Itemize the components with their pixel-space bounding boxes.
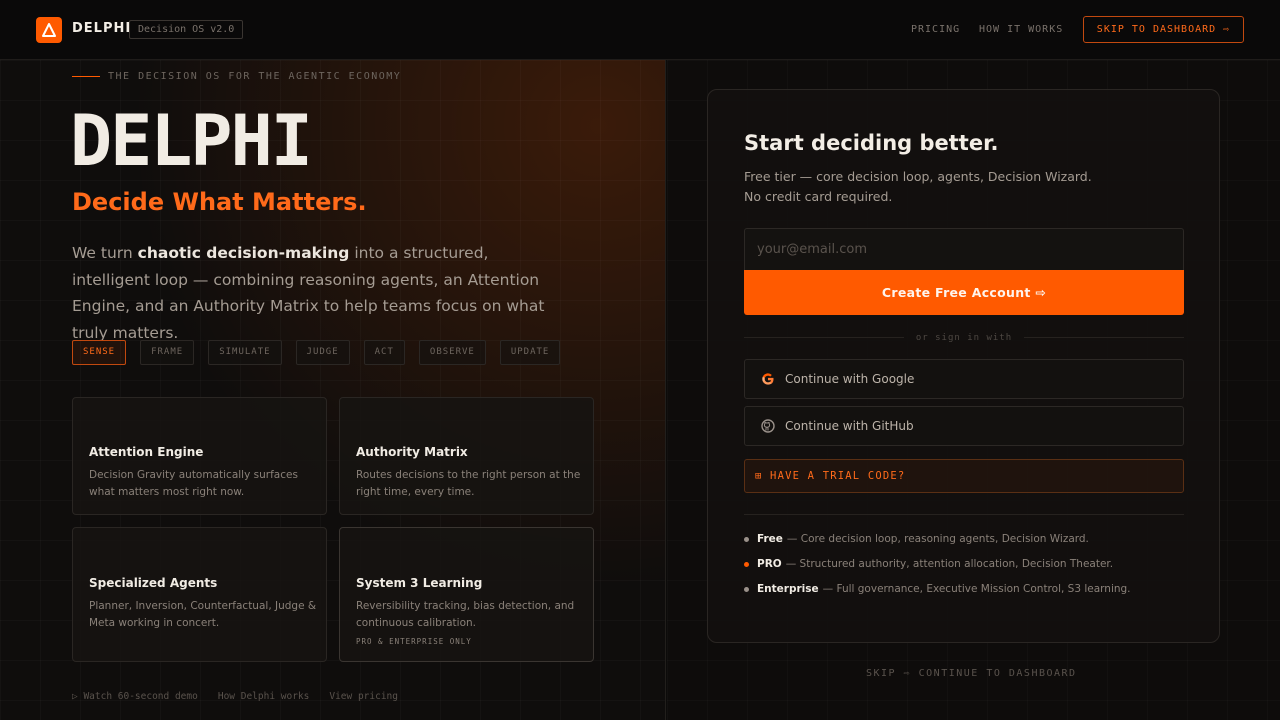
step-sense[interactable]: SENSE	[72, 340, 127, 365]
hero-tagline: Decide What Matters.	[72, 188, 367, 216]
tier-pro: PRO — Structured authority, attention al…	[744, 558, 1113, 570]
tier-description: — Full governance, Executive Mission Con…	[822, 583, 1131, 595]
bullet-dot	[744, 586, 749, 592]
subtitle-line: Free tier — core decision loop, agents, …	[744, 169, 1092, 184]
hero-title: DELPHI	[70, 100, 313, 182]
delphi-logo-icon[interactable]	[36, 17, 62, 43]
github-icon	[761, 419, 775, 433]
nav-how-it-works[interactable]: HOW IT WORKS	[979, 24, 1063, 35]
create-free-account-button[interactable]: Create Free Account ⇨	[744, 270, 1184, 315]
step-observe[interactable]: OBSERVE	[418, 340, 486, 365]
nav-pricing[interactable]: PRICING	[911, 24, 960, 35]
bullet-dot	[744, 561, 749, 567]
step-simulate[interactable]: SIMULATE	[208, 340, 282, 365]
tier-name: PRO	[757, 558, 782, 570]
card-title: Specialized Agents	[89, 576, 218, 590]
signup-title: Start deciding better.	[744, 131, 999, 155]
eyebrow-line	[72, 76, 100, 77]
watch-demo-link[interactable]: ▷ Watch 60-second demo	[72, 691, 198, 702]
subtitle-line: No credit card required.	[744, 189, 893, 204]
step-update[interactable]: UPDATE	[499, 340, 561, 365]
feature-card-attention-engine: Attention Engine Decision Gravity automa…	[72, 397, 327, 515]
tier-name: Free	[757, 533, 783, 545]
feature-card-specialized-agents: Specialized Agents Planner, Inversion, C…	[72, 527, 327, 662]
tier-description: — Structured authority, attention alloca…	[785, 558, 1114, 570]
email-input[interactable]	[744, 228, 1184, 270]
bullet-dot	[744, 536, 749, 542]
version-badge: Decision OS v2.0	[129, 20, 244, 39]
tier-name: Enterprise	[757, 583, 819, 595]
card-title: System 3 Learning	[356, 576, 483, 590]
step-frame[interactable]: FRAME	[140, 340, 195, 365]
tier-separator	[744, 514, 1184, 515]
card-title: Authority Matrix	[356, 445, 468, 459]
google-button-label: Continue with Google	[785, 372, 915, 386]
card-description: Reversibility tracking, bias detection, …	[356, 600, 575, 629]
card-description: Planner, Inversion, Counterfactual, Judg…	[89, 600, 317, 629]
feature-card-system-3-learning: System 3 Learning Reversibility tracking…	[339, 527, 594, 662]
card-description: Routes decisions to the right person at …	[356, 469, 581, 498]
top-header: DELPHI Decision OS v2.0 PRICING HOW IT W…	[0, 0, 1280, 60]
hero-description: We turn chaotic decision-making into a s…	[72, 240, 552, 346]
tier-free: Free — Core decision loop, reasoning age…	[744, 533, 1089, 545]
step-act[interactable]: ACT	[363, 340, 405, 365]
sign-in-divider: or sign in with	[744, 333, 1184, 343]
tier-description: — Core decision loop, reasoning agents, …	[786, 533, 1089, 545]
step-judge[interactable]: JUDGE	[295, 340, 350, 365]
desc-bold: chaotic decision-making	[137, 244, 350, 262]
google-icon	[761, 372, 775, 386]
card-description: Decision Gravity automatically surfaces …	[89, 469, 298, 498]
how-delphi-works-link[interactable]: How Delphi works	[218, 691, 310, 702]
pro-enterprise-badge: PRO & ENTERPRISE ONLY	[356, 637, 472, 646]
tier-enterprise: Enterprise — Full governance, Executive …	[744, 583, 1131, 595]
feature-card-authority-matrix: Authority Matrix Routes decisions to the…	[339, 397, 594, 515]
card-title: Attention Engine	[89, 445, 204, 459]
desc-text: We turn	[72, 244, 138, 262]
skip-continue-link[interactable]: SKIP ⇨ CONTINUE TO DASHBOARD	[866, 668, 1077, 679]
footer-links: ▷ Watch 60-second demo How Delphi works …	[72, 691, 398, 702]
trial-code-button[interactable]: ⊞ HAVE A TRIAL CODE?	[744, 459, 1184, 493]
hero-eyebrow: THE DECISION OS FOR THE AGENTIC ECONOMY	[108, 71, 402, 82]
decision-loop-steps: SENSE FRAME SIMULATE JUDGE ACT OBSERVE U…	[72, 340, 561, 365]
skip-to-dashboard-button[interactable]: SKIP TO DASHBOARD ⇨	[1083, 16, 1244, 43]
signup-subtitle: Free tier — core decision loop, agents, …	[744, 167, 1164, 207]
brand-name: DELPHI	[72, 21, 132, 36]
continue-with-google-button[interactable]: Continue with Google	[744, 359, 1184, 399]
signup-card: Start deciding better. Free tier — core …	[707, 89, 1220, 643]
view-pricing-link[interactable]: View pricing	[329, 691, 398, 702]
continue-with-github-button[interactable]: Continue with GitHub	[744, 406, 1184, 446]
github-button-label: Continue with GitHub	[785, 419, 914, 433]
divider-label: or sign in with	[915, 332, 1013, 343]
